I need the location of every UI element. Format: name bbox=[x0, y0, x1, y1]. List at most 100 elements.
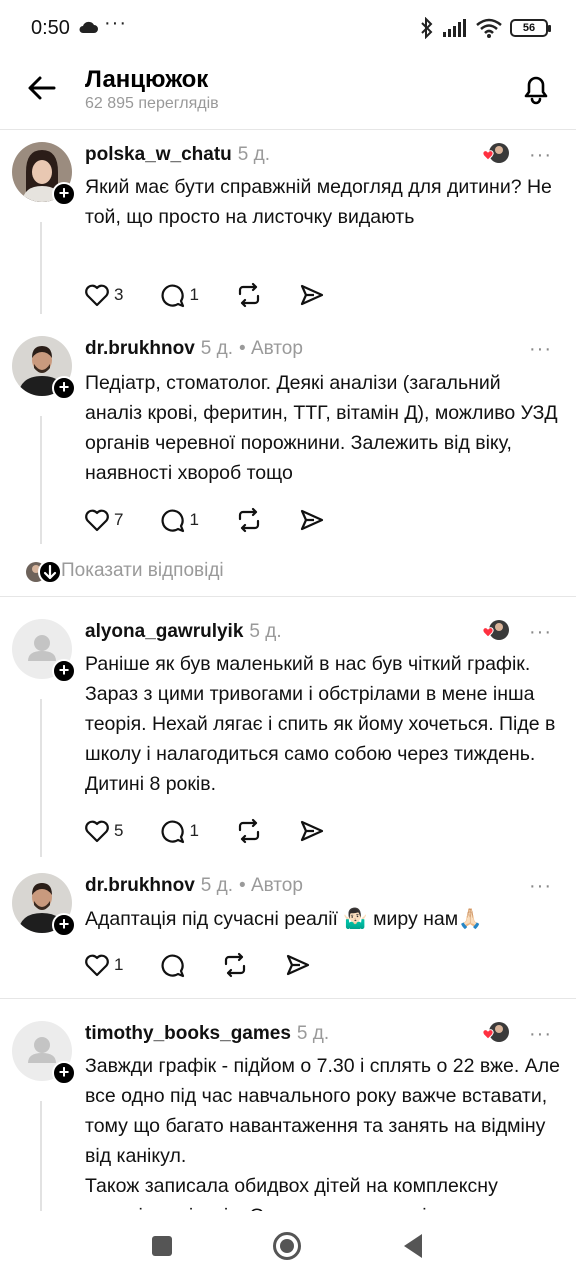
thread-header: Ланцюжок 62 895 переглядів bbox=[0, 56, 576, 130]
recent-apps-button[interactable] bbox=[152, 1236, 172, 1256]
share-button[interactable] bbox=[299, 283, 325, 307]
like-button[interactable]: 3 bbox=[84, 283, 123, 307]
heart-icon bbox=[85, 954, 109, 977]
reply-button[interactable]: 1 bbox=[159, 507, 199, 533]
more-options-button[interactable]: ··· bbox=[529, 338, 552, 361]
battery-icon: 56 bbox=[510, 19, 551, 37]
repost-icon bbox=[238, 507, 260, 533]
like-count: 3 bbox=[114, 285, 124, 304]
status-right: 56 bbox=[420, 15, 551, 41]
repost-icon bbox=[238, 818, 260, 844]
more-options-button[interactable]: ··· bbox=[529, 144, 552, 167]
thread-post: + polska_w_chatu 5 д. ··· Який має бути с… bbox=[0, 130, 576, 318]
status-bar: 0:50 ··· 56 bbox=[0, 0, 576, 56]
post-actions: 7 1 bbox=[84, 505, 361, 535]
reply-button[interactable]: 1 bbox=[159, 818, 199, 844]
post-header: polska_w_chatu 5 д. bbox=[85, 144, 270, 166]
username[interactable]: polska_w_chatu bbox=[85, 144, 232, 165]
repost-icon bbox=[238, 282, 260, 308]
bluetooth-icon bbox=[421, 17, 433, 39]
author-tag: • Автор bbox=[239, 875, 303, 896]
reply-count: 1 bbox=[189, 510, 199, 529]
author-tag: • Автор bbox=[239, 338, 303, 359]
send-icon bbox=[300, 820, 324, 842]
thread-post: + alyona_gawrulyik 5 д. ··· Раніше як був… bbox=[0, 597, 576, 861]
repost-button[interactable] bbox=[235, 818, 263, 844]
comment-icon bbox=[162, 820, 185, 844]
show-replies-label[interactable]: Показати відповіді bbox=[61, 560, 224, 582]
share-button[interactable] bbox=[285, 953, 311, 977]
thread-post: + dr.brukhnov 5 д. • Автор ··· Адаптація п… bbox=[0, 861, 576, 998]
post-actions: 3 1 bbox=[84, 280, 361, 310]
follow-plus-icon[interactable]: + bbox=[52, 913, 76, 937]
cloud-icon bbox=[79, 21, 98, 33]
username[interactable]: alyona_gawrulyik bbox=[85, 621, 243, 642]
send-icon bbox=[300, 284, 324, 306]
more-options-button[interactable]: ··· bbox=[529, 1023, 552, 1046]
more-options-button[interactable]: ··· bbox=[529, 875, 552, 898]
reply-count: 1 bbox=[189, 821, 199, 840]
post-text: Завжди графік - підйом о 7.30 і сплять о… bbox=[85, 1055, 560, 1211]
repost-button[interactable] bbox=[221, 952, 249, 978]
show-replies-button[interactable] bbox=[24, 558, 64, 586]
post-time: 5 д. bbox=[296, 1023, 330, 1044]
reply-button[interactable] bbox=[159, 952, 185, 978]
thread-line bbox=[40, 416, 42, 544]
send-icon bbox=[300, 509, 324, 531]
liked-by-avatar-icon bbox=[482, 143, 509, 163]
more-options-button[interactable]: ··· bbox=[529, 621, 552, 644]
post-header: dr.brukhnov 5 д. • Автор bbox=[85, 338, 303, 360]
like-button[interactable]: 1 bbox=[84, 953, 123, 977]
post-text: Раніше як був маленький в нас був чіткий… bbox=[85, 653, 556, 795]
liked-by-avatar-icon bbox=[482, 1022, 509, 1042]
post-header: alyona_gawrulyik 5 д. bbox=[85, 621, 282, 643]
view-count: 62 895 переглядів bbox=[85, 95, 219, 112]
bell-icon[interactable] bbox=[518, 70, 554, 106]
home-button[interactable] bbox=[273, 1232, 301, 1260]
share-button[interactable] bbox=[299, 508, 325, 532]
repost-icon bbox=[225, 952, 246, 978]
thread-line bbox=[40, 1101, 42, 1211]
like-button[interactable]: 5 bbox=[84, 819, 123, 843]
share-button[interactable] bbox=[299, 819, 325, 843]
wifi-icon bbox=[476, 18, 502, 38]
follow-plus-icon[interactable]: + bbox=[52, 659, 76, 683]
send-icon bbox=[287, 954, 310, 976]
repost-button[interactable] bbox=[235, 507, 263, 533]
like-count: 5 bbox=[114, 821, 124, 840]
username[interactable]: timothy_books_games bbox=[85, 1023, 291, 1044]
post-time: 5 д. bbox=[249, 621, 282, 642]
post-time: 5 д. bbox=[200, 875, 234, 896]
heart-icon bbox=[85, 820, 109, 843]
heart-icon bbox=[85, 509, 109, 532]
thread-line bbox=[40, 699, 42, 857]
username[interactable]: dr.brukhnov bbox=[85, 875, 195, 896]
nav-back-button[interactable] bbox=[404, 1234, 422, 1258]
post-actions: 5 1 bbox=[84, 816, 361, 846]
post-actions: 1 bbox=[84, 950, 347, 980]
post-text: Педіатр, стоматолог. Деякі аналізи (зага… bbox=[85, 372, 558, 484]
replies-avatars-icon bbox=[26, 560, 62, 584]
system-nav-bar bbox=[0, 1212, 576, 1280]
follow-plus-icon[interactable]: + bbox=[52, 1061, 76, 1085]
post-text: Адаптація під сучасні реалії 🤷🏻‍♂️ миру … bbox=[85, 908, 483, 930]
like-count: 7 bbox=[114, 510, 124, 529]
username[interactable]: dr.brukhnov bbox=[85, 338, 195, 359]
thread-line bbox=[40, 222, 42, 314]
follow-plus-icon[interactable]: + bbox=[52, 182, 76, 206]
post-header: dr.brukhnov 5 д. • Автор bbox=[85, 875, 303, 897]
battery-level: 56 bbox=[522, 22, 536, 34]
page-title: Ланцюжок bbox=[85, 66, 209, 93]
repost-button[interactable] bbox=[235, 282, 263, 308]
post-time: 5 д. bbox=[200, 338, 234, 359]
thread-post: + timothy_books_games 5 д. ··· Завжди гра… bbox=[0, 999, 576, 1211]
follow-plus-icon[interactable]: + bbox=[52, 376, 76, 400]
post-header: timothy_books_games 5 д. bbox=[85, 1023, 329, 1045]
signal-icon bbox=[443, 19, 466, 37]
comment-icon bbox=[162, 954, 185, 978]
heart-icon bbox=[85, 284, 109, 307]
like-button[interactable]: 7 bbox=[84, 508, 123, 532]
post-text: Який має бути справжній медогляд для дит… bbox=[85, 176, 552, 228]
reply-button[interactable]: 1 bbox=[159, 282, 199, 308]
arrow-left-icon[interactable] bbox=[24, 70, 60, 106]
